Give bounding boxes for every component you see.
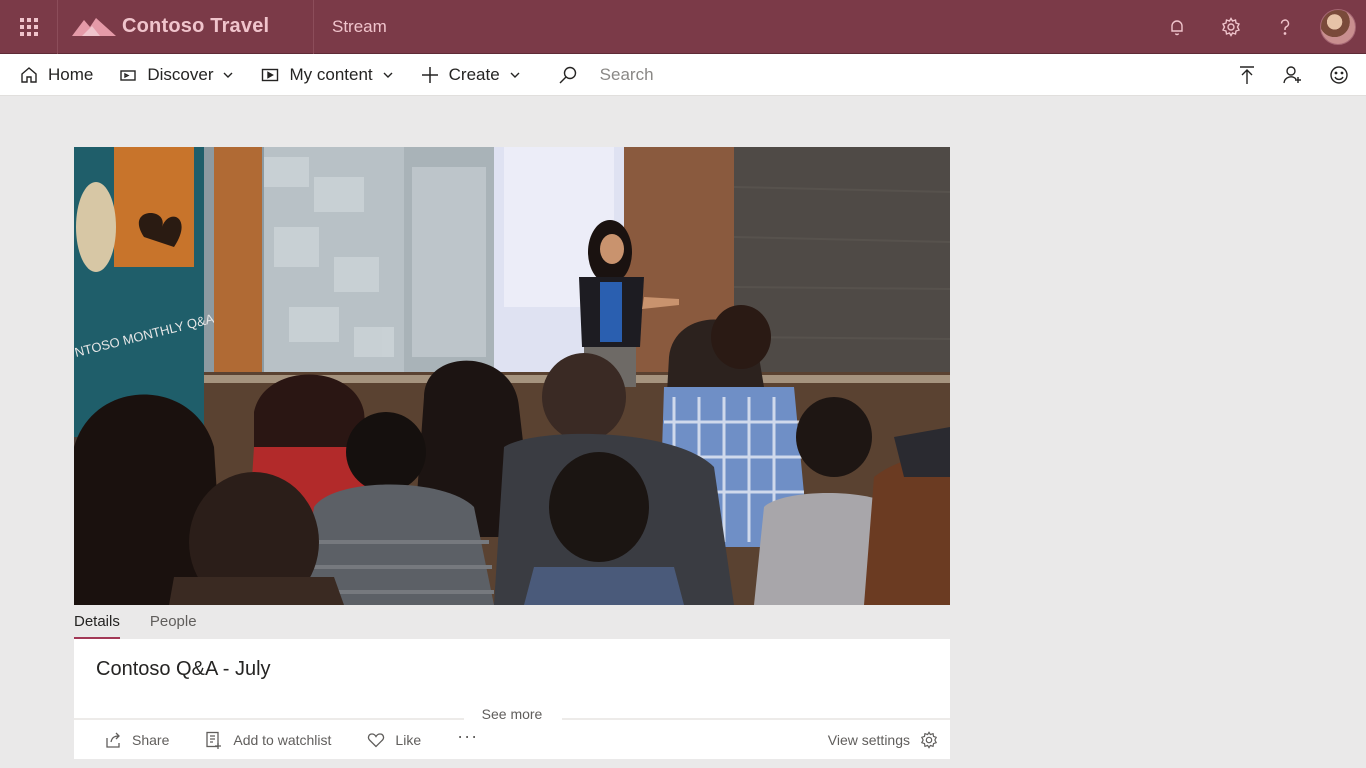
nav-discover[interactable]: Discover: [103, 54, 243, 96]
brand-name: Contoso Travel: [122, 15, 270, 37]
nav-my-content[interactable]: My content: [243, 54, 402, 96]
waffle-icon[interactable]: [0, 0, 58, 54]
tab-people[interactable]: People: [150, 607, 197, 639]
share-icon: [106, 732, 120, 748]
video-player[interactable]: NTOSO MONTHLY Q&A: [74, 147, 950, 605]
see-more-link[interactable]: See more: [474, 706, 550, 722]
action-bar: Share Add to watchlist Like ··· View set…: [74, 721, 950, 759]
view-settings-button[interactable]: View settings: [828, 721, 938, 759]
gear-icon[interactable]: [1204, 0, 1258, 54]
search-input[interactable]: [599, 64, 800, 85]
avatar[interactable]: [1320, 9, 1356, 45]
chevron-down-icon: [223, 72, 233, 78]
add-person-icon[interactable]: [1270, 54, 1316, 96]
details-card: Contoso Q&A - July See more Share Add to…: [74, 639, 950, 759]
divider-left: [74, 718, 464, 720]
chevron-down-icon: [383, 72, 393, 78]
nav-create-label: Create: [448, 64, 500, 84]
like-button[interactable]: Like: [367, 731, 421, 749]
share-button[interactable]: Share: [104, 731, 169, 749]
add-to-watchlist-button[interactable]: Add to watchlist: [205, 731, 331, 749]
discover-icon: [120, 69, 137, 81]
command-bar: Home Discover My content Create: [0, 54, 1366, 96]
nav-home[interactable]: Home: [0, 54, 103, 96]
search-box[interactable]: [530, 54, 800, 96]
app-name[interactable]: Stream: [314, 17, 387, 37]
upload-icon[interactable]: [1224, 54, 1270, 96]
heart-icon: [368, 733, 385, 748]
plus-icon: [421, 66, 438, 83]
nav-create[interactable]: Create: [403, 54, 530, 96]
bell-icon[interactable]: [1150, 0, 1204, 54]
nav-home-label: Home: [48, 64, 94, 84]
chevron-down-icon: [510, 72, 520, 78]
smiley-icon[interactable]: [1316, 54, 1362, 96]
home-icon: [21, 66, 37, 83]
like-label: Like: [395, 732, 422, 748]
tab-details[interactable]: Details: [74, 607, 120, 639]
nav-discover-label: Discover: [147, 64, 214, 84]
brand[interactable]: Contoso Travel: [58, 0, 314, 54]
suite-bar: Contoso Travel Stream: [0, 0, 1366, 54]
gear-icon: [920, 731, 938, 749]
help-icon[interactable]: [1258, 0, 1312, 54]
watchlist-icon: [206, 731, 222, 749]
nav-my-content-label: My content: [289, 64, 373, 84]
video-frame: NTOSO MONTHLY Q&A: [74, 147, 950, 605]
my-content-icon: [262, 68, 279, 81]
share-label: Share: [132, 732, 170, 748]
add-to-watchlist-label: Add to watchlist: [233, 732, 332, 748]
more-options-icon[interactable]: ···: [457, 727, 478, 749]
video-title: Contoso Q&A - July: [96, 658, 271, 680]
search-icon: [559, 66, 576, 83]
detail-tabs: Details People: [74, 607, 227, 639]
mountain-logo-icon: [72, 17, 116, 36]
view-settings-label: View settings: [827, 732, 910, 748]
divider-right: [562, 718, 950, 720]
